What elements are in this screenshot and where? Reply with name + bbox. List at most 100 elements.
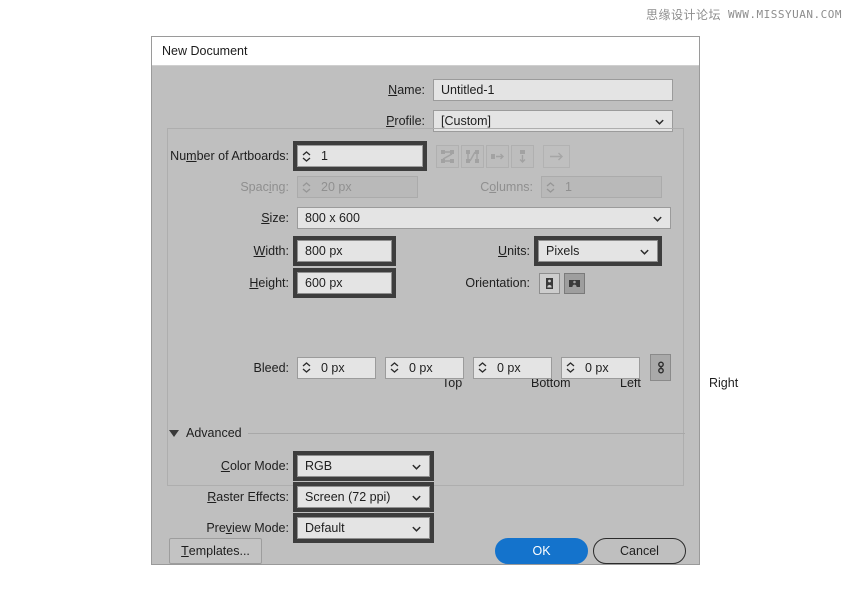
size-select-value: 800 x 600	[305, 211, 360, 225]
bleed-bottom-group[interactable]: 0 px	[385, 357, 464, 379]
units-label: Units:	[435, 244, 530, 258]
height-label: Height:	[152, 276, 289, 290]
grid-by-column-icon-button[interactable]	[461, 145, 484, 168]
orientation-portrait-button[interactable]	[539, 273, 560, 294]
artboard-arrangement-group	[436, 145, 570, 168]
bleed-left-stepper[interactable]	[473, 357, 490, 379]
arrange-by-column-icon	[515, 149, 530, 164]
artboards-stepper[interactable]	[297, 145, 314, 167]
raster-effects-label: Raster Effects:	[152, 490, 289, 504]
chevron-up-icon	[478, 362, 487, 367]
name-input[interactable]: Untitled-1	[433, 79, 673, 101]
artboards-stepper-group[interactable]: 1	[297, 145, 423, 167]
chevron-down-icon	[390, 368, 399, 373]
dialog-title: New Document	[162, 44, 247, 58]
dialog-titlebar: New Document	[152, 37, 699, 66]
size-label: Size:	[152, 211, 289, 225]
orientation-landscape-button[interactable]	[564, 273, 585, 294]
units-select[interactable]: Pixels	[538, 240, 658, 262]
new-document-dialog: New Document Name: Untitled-1 Profile: […	[151, 36, 700, 565]
dialog-body: Name: Untitled-1 Profile: [Custom] Numbe…	[152, 66, 699, 564]
bleed-label: Bleed:	[152, 361, 289, 375]
cancel-button[interactable]: Cancel	[593, 538, 686, 564]
spacing-stepper	[297, 176, 314, 198]
chevron-up-icon	[546, 182, 555, 187]
advanced-divider	[248, 433, 685, 434]
bleed-right-group[interactable]: 0 px	[561, 357, 640, 379]
grid-by-row-icon	[440, 149, 455, 164]
columns-label: Columns:	[451, 180, 533, 194]
size-select[interactable]: 800 x 600	[297, 207, 671, 229]
chevron-down-icon	[478, 368, 487, 373]
bleed-link-toggle[interactable]	[650, 354, 671, 381]
landscape-icon	[568, 277, 581, 290]
width-units-row: Width: 800 px Units: Pixels	[152, 236, 686, 266]
bleed-left-group[interactable]: 0 px	[473, 357, 552, 379]
raster-effects-value: Screen (72 ppi)	[305, 490, 390, 504]
height-orientation-row: Height: 600 px Orientation:	[152, 268, 686, 298]
arrange-by-row-icon-button[interactable]	[486, 145, 509, 168]
change-direction-button[interactable]	[543, 145, 570, 168]
artboards-input[interactable]: 1	[314, 145, 423, 167]
bleed-right-header: Right	[709, 376, 738, 390]
chevron-up-icon	[566, 362, 575, 367]
artboards-focus-ring: 1	[293, 141, 427, 171]
color-mode-select[interactable]: RGB	[297, 455, 430, 477]
bleed-right-input[interactable]: 0 px	[578, 357, 640, 379]
chevron-down-icon	[652, 213, 663, 224]
advanced-label: Advanced	[186, 426, 242, 440]
ok-button[interactable]: OK	[495, 538, 588, 564]
color-mode-row: Color Mode: RGB	[152, 451, 686, 481]
color-mode-focus-ring: RGB	[293, 451, 434, 481]
bleed-right-stepper[interactable]	[561, 357, 578, 379]
raster-effects-select[interactable]: Screen (72 ppi)	[297, 486, 430, 508]
width-input[interactable]: 800 px	[297, 240, 392, 262]
watermark-url-text: WWW.MISSYUAN.COM	[728, 8, 842, 21]
preview-mode-select[interactable]: Default	[297, 517, 430, 539]
name-row: Name: Untitled-1	[152, 79, 686, 101]
chevron-down-icon	[411, 461, 422, 472]
bleed-row: Bleed: 0 px 0 px 0	[152, 354, 686, 381]
chevron-down-icon	[302, 157, 311, 162]
artboards-label: Number of Artboards:	[152, 149, 289, 163]
chevron-up-icon	[302, 182, 311, 187]
preview-mode-focus-ring: Default	[293, 513, 434, 543]
bleed-top-input[interactable]: 0 px	[314, 357, 376, 379]
orientation-group	[539, 273, 585, 294]
arrange-by-row-icon	[490, 149, 505, 164]
profile-label: Profile:	[152, 114, 425, 128]
bleed-top-group[interactable]: 0 px	[297, 357, 376, 379]
chevron-down-icon	[411, 523, 422, 534]
bleed-bottom-stepper[interactable]	[385, 357, 402, 379]
height-input[interactable]: 600 px	[297, 272, 392, 294]
chevron-up-icon	[390, 362, 399, 367]
chain-link-icon	[655, 360, 667, 375]
chevron-up-icon	[302, 151, 311, 156]
chevron-down-icon	[546, 188, 555, 193]
size-row: Size: 800 x 600	[152, 207, 686, 229]
chevron-down-icon	[566, 368, 575, 373]
width-label: Width:	[152, 244, 289, 258]
preview-mode-value: Default	[305, 521, 345, 535]
templates-button[interactable]: Templates...	[169, 538, 262, 564]
bleed-left-input[interactable]: 0 px	[490, 357, 552, 379]
watermark: 思缘设计论坛 WWW.MISSYUAN.COM	[646, 6, 842, 23]
arrange-by-column-icon-button[interactable]	[511, 145, 534, 168]
chevron-down-icon	[654, 116, 665, 127]
spacing-columns-row: Spacing: 20 px Columns: 1	[152, 176, 686, 198]
bleed-top-stepper[interactable]	[297, 357, 314, 379]
chevron-down-icon	[639, 246, 650, 257]
advanced-section-header[interactable]: Advanced	[169, 426, 685, 440]
portrait-icon	[543, 277, 556, 290]
columns-input: 1	[558, 176, 662, 198]
triangle-down-icon	[169, 430, 179, 437]
arrow-right-icon	[548, 150, 565, 163]
name-label: Name:	[152, 83, 425, 97]
watermark-cn-text: 思缘设计论坛	[646, 6, 721, 23]
spacing-label: Spacing:	[152, 180, 289, 194]
preview-mode-label: Preview Mode:	[152, 521, 289, 535]
bleed-bottom-input[interactable]: 0 px	[402, 357, 464, 379]
grid-by-row-icon-button[interactable]	[436, 145, 459, 168]
grid-by-column-icon	[465, 149, 480, 164]
units-select-value: Pixels	[546, 244, 579, 258]
